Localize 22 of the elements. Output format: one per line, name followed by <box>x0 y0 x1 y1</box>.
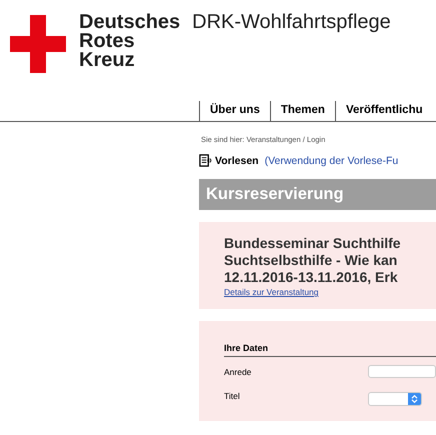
nav-link[interactable]: Über uns <box>199 101 270 121</box>
logo-text: Kreuz <box>79 51 136 70</box>
read-aloud-help-link[interactable]: (Verwendung der Vorlese-Fu <box>264 154 398 166</box>
speaker-document-icon <box>199 154 212 167</box>
logo-text: Deutsches <box>79 13 180 32</box>
nav-link[interactable]: Themen <box>270 101 335 121</box>
event-details-link[interactable]: Details zur Veranstaltung <box>224 287 318 297</box>
cross-logo-icon <box>10 15 66 73</box>
logo-text: Rotes <box>79 32 136 51</box>
field-label: Anrede <box>224 366 252 376</box>
chevron-icon <box>411 394 418 404</box>
section-title: Ihre Daten <box>224 343 436 357</box>
event-title: Bundesseminar Suchthilfe <box>224 235 401 252</box>
nav-link[interactable]: Veröffentlichu <box>334 101 433 121</box>
input-field[interactable] <box>368 365 436 378</box>
page-heading: Kursreservierung <box>199 179 436 210</box>
site-title: DRK-Wohlfahrtspflege <box>192 13 391 32</box>
event-title: Suchtselbsthilfe - Wie kan <box>224 252 398 269</box>
field-label: Titel <box>224 391 241 401</box>
select-field[interactable] <box>368 392 422 406</box>
event-title: 12.11.2016-13.11.2016, Erk <box>224 269 398 286</box>
read-aloud-link[interactable]: Vorlesen <box>215 154 259 166</box>
